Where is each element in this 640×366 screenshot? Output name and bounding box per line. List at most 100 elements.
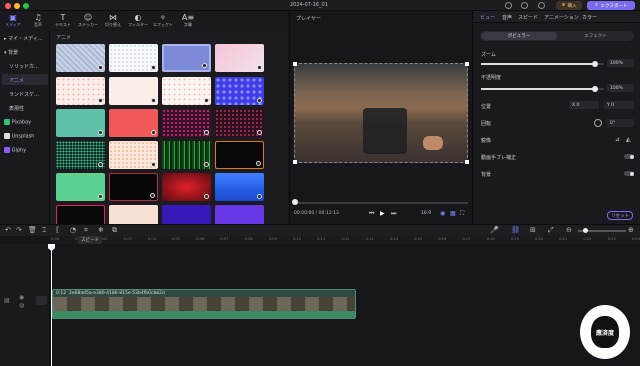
- sidebar-item-landscape[interactable]: ランドスケ…: [9, 91, 39, 98]
- undo-icon[interactable]: ↶: [5, 226, 11, 234]
- sidebar-item-unsplash[interactable]: Unsplash: [4, 133, 34, 140]
- position-y-field[interactable]: Y 0: [604, 101, 634, 109]
- tab-color[interactable]: カラー: [582, 14, 597, 21]
- resize-handle[interactable]: [465, 62, 469, 66]
- background-thumbnail[interactable]: [109, 109, 158, 137]
- zoom-slider-knob[interactable]: [592, 61, 599, 67]
- background-thumbnail[interactable]: [109, 44, 158, 72]
- export-button[interactable]: ⇪ エクスポート: [587, 1, 635, 10]
- freeze-icon[interactable]: ❄: [98, 226, 104, 234]
- background-thumbnail[interactable]: [162, 173, 211, 201]
- delete-icon[interactable]: 🗑: [28, 226, 37, 234]
- tab-filter[interactable]: ◐ フィルター: [127, 11, 149, 31]
- minimize-window-button[interactable]: [14, 3, 20, 9]
- next-frame-icon[interactable]: ⏭: [391, 210, 396, 218]
- video-clip[interactable]: 0:12 2e68ad5a-e380-4186-815e-53b4fb0cbb2…: [52, 289, 356, 319]
- play-icon[interactable]: ▶: [380, 210, 385, 217]
- tab-media[interactable]: ▣ メディア: [2, 11, 24, 31]
- background-thumbnail[interactable]: [109, 141, 158, 169]
- resize-handle[interactable]: [465, 160, 469, 164]
- tab-effect[interactable]: ✧ エフェクト: [152, 11, 174, 31]
- background-thumbnail[interactable]: [109, 77, 158, 105]
- background-thumbnail[interactable]: [162, 141, 211, 169]
- sidebar-item-pixabay[interactable]: Pixabay: [4, 119, 31, 126]
- tab-sticker[interactable]: ☺ ステッカー: [77, 11, 99, 31]
- link-icon[interactable]: ⛓: [511, 226, 520, 234]
- redo-icon[interactable]: ↷: [16, 226, 22, 234]
- flip-horizontal-icon[interactable]: ⊿: [615, 136, 620, 143]
- track-audio-icon[interactable]: ◍: [19, 302, 24, 309]
- timeline-zoom-knob[interactable]: [583, 228, 588, 233]
- timeline-ruler[interactable]: 0:000:010:020:030:040:050:060:070:080:09…: [50, 236, 640, 244]
- crop-icon[interactable]: ⌗: [84, 226, 88, 235]
- background-thumbnail[interactable]: [109, 173, 158, 201]
- background-thumbnail[interactable]: [162, 109, 211, 137]
- tab-animation[interactable]: アニメーション: [544, 14, 579, 21]
- split-icon[interactable]: ⌶: [42, 226, 46, 235]
- background-thumbnail[interactable]: [56, 77, 105, 105]
- tab-caption[interactable]: A≡ 字幕: [177, 11, 199, 31]
- flip-vertical-icon[interactable]: ◭: [626, 136, 631, 143]
- tab-view[interactable]: ビュー: [480, 14, 495, 21]
- resize-handle[interactable]: [293, 160, 297, 164]
- background-thumbnail[interactable]: [215, 77, 264, 105]
- background-thumbnail[interactable]: [215, 44, 264, 72]
- resize-handle[interactable]: [293, 62, 297, 66]
- maximize-window-button[interactable]: [23, 3, 29, 9]
- track-visibility-icon[interactable]: ◉: [19, 294, 24, 301]
- background-thumbnail[interactable]: [56, 205, 105, 224]
- speed-icon[interactable]: ◔: [70, 226, 76, 234]
- close-window-button[interactable]: [5, 3, 11, 9]
- cloud-icon[interactable]: [521, 2, 528, 9]
- background-thumbnail[interactable]: [215, 205, 264, 224]
- background-thumbnail[interactable]: [162, 205, 211, 224]
- snap-icon[interactable]: ⊞: [530, 226, 536, 234]
- sidebar-item-my-media[interactable]: ▸ マイ・メディ…: [4, 35, 43, 42]
- opacity-value-field[interactable]: 100%: [607, 84, 634, 92]
- account-icon[interactable]: [505, 2, 512, 9]
- position-x-field[interactable]: X 0: [569, 101, 599, 109]
- settings-icon[interactable]: [538, 2, 545, 9]
- background-thumbnail[interactable]: [215, 173, 264, 201]
- rotation-value-field[interactable]: 0°: [607, 119, 634, 127]
- sidebar-item-anime[interactable]: アニメ: [9, 77, 24, 84]
- track-lock-icon[interactable]: ▤: [4, 297, 10, 304]
- tab-transition[interactable]: ⋈ 切り替え: [102, 11, 124, 31]
- tab-speed[interactable]: スピード: [518, 14, 538, 21]
- background-thumbnail[interactable]: [215, 141, 264, 169]
- tab-audio[interactable]: ♫ 音声: [27, 11, 49, 31]
- fit-icon[interactable]: ⤢: [548, 226, 554, 235]
- zoom-in-icon[interactable]: ⊕: [628, 226, 634, 234]
- aspect-ratio-select[interactable]: 16:9: [421, 211, 431, 216]
- tab-text[interactable]: T テキスト: [52, 11, 74, 31]
- sidebar-item-solid-color[interactable]: ソリッドカ…: [9, 63, 39, 70]
- buy-button[interactable]: ♛ 購入: [556, 1, 582, 10]
- prev-frame-icon[interactable]: ⏮: [369, 210, 374, 218]
- background-thumbnail[interactable]: [162, 44, 211, 72]
- background-thumbnail[interactable]: [215, 109, 264, 137]
- background-thumbnail[interactable]: [56, 44, 105, 72]
- reset-button[interactable]: リセット: [607, 211, 633, 220]
- duplicate-icon[interactable]: ⧉: [112, 226, 117, 235]
- snapshot-icon[interactable]: ◉: [440, 210, 445, 217]
- scrubber-knob[interactable]: [292, 199, 298, 205]
- background-thumbnail[interactable]: [109, 205, 158, 224]
- sidebar-item-expressive[interactable]: 表現性: [9, 105, 24, 112]
- background-thumbnail[interactable]: [56, 141, 105, 169]
- stabilize-toggle[interactable]: [624, 154, 634, 159]
- fullscreen-icon[interactable]: ⛶: [460, 210, 464, 218]
- microphone-icon[interactable]: 🎤: [490, 226, 499, 234]
- video-preview[interactable]: [293, 62, 469, 164]
- rotation-dial-icon[interactable]: [594, 119, 602, 127]
- zoom-value-field[interactable]: 100%: [607, 59, 634, 67]
- opacity-slider-knob[interactable]: [592, 86, 599, 92]
- background-thumbnail[interactable]: [162, 77, 211, 105]
- sidebar-item-background[interactable]: ▾ 背景: [4, 49, 18, 56]
- display-quality-icon[interactable]: ▦: [450, 210, 456, 217]
- background-thumbnail[interactable]: [56, 173, 105, 201]
- background-toggle[interactable]: [624, 171, 634, 176]
- subtab-effect[interactable]: エフェクト: [558, 32, 633, 40]
- background-thumbnail[interactable]: [56, 109, 105, 137]
- subtab-popular[interactable]: ポピュラー: [481, 32, 557, 40]
- tab-audio-props[interactable]: 音声: [502, 14, 512, 21]
